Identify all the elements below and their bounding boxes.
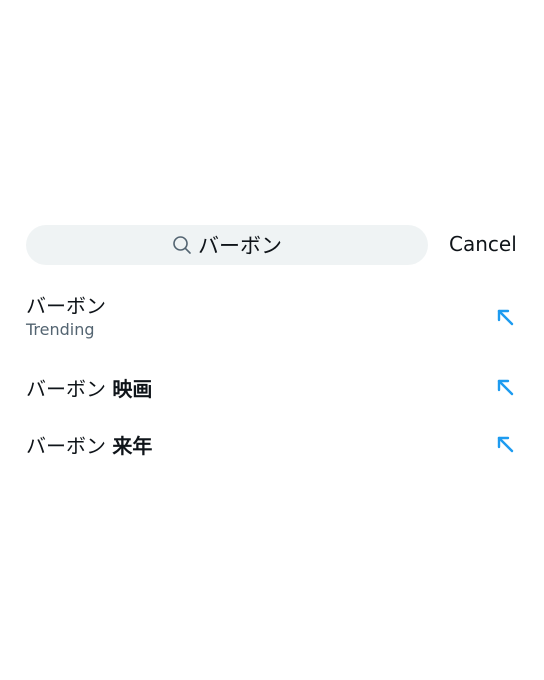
arrow-up-left-icon[interactable] bbox=[494, 376, 516, 398]
suggestion-item[interactable]: バーボン 映画 bbox=[0, 373, 544, 403]
suggestion-label: バーボン 映画 bbox=[26, 377, 153, 401]
arrow-up-left-icon[interactable] bbox=[494, 433, 516, 455]
suggestion-item[interactable]: バーボン 来年 bbox=[0, 430, 544, 460]
suggestion-label: バーボン 来年 bbox=[26, 434, 153, 458]
suggestion-item[interactable]: バーボン Trending bbox=[0, 290, 544, 350]
cancel-button[interactable]: Cancel bbox=[449, 232, 517, 256]
search-icon bbox=[172, 235, 192, 255]
search-query-text: バーボン bbox=[198, 234, 282, 258]
suggestion-label: バーボン bbox=[26, 294, 106, 318]
arrow-up-left-icon[interactable] bbox=[494, 306, 516, 328]
search-bar: バーボン Cancel bbox=[0, 225, 544, 265]
search-input[interactable]: バーボン bbox=[26, 225, 428, 265]
suggestion-subtitle: Trending bbox=[26, 320, 95, 339]
